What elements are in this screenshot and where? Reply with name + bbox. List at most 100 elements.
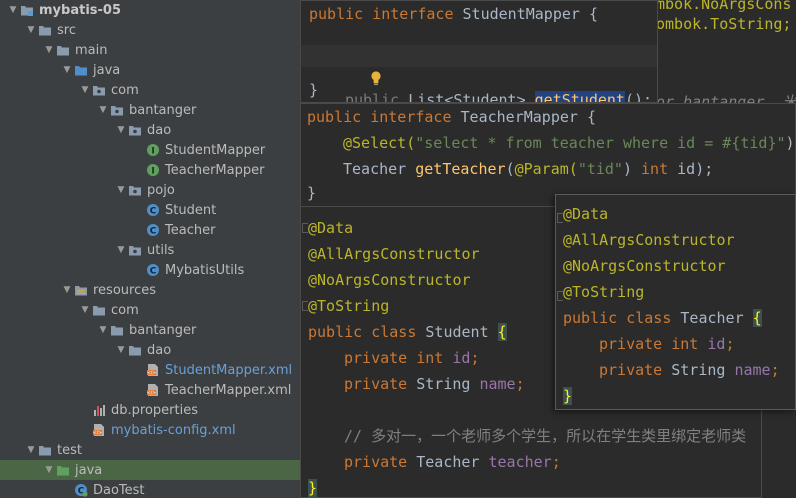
tree-item-dao[interactable]: ▼ dao [0, 120, 300, 140]
svg-text:</>: </> [147, 390, 156, 396]
tree-item-bantanger[interactable]: ▼ bantanger [0, 100, 300, 120]
chevron-down-icon[interactable]: ▼ [114, 180, 128, 200]
get-student-method[interactable]: getStudent [534, 91, 625, 102]
chevron-down-icon[interactable]: ▼ [114, 120, 128, 140]
folder-icon [128, 343, 142, 357]
tree-item-label: dao [147, 122, 172, 138]
svg-text:C: C [150, 207, 157, 217]
teacher-mapper-decl-line: public interface TeacherMapper { [307, 108, 596, 126]
student-annotation-tostring: @ToString [308, 297, 390, 315]
student-mapper-editor[interactable]: public interface StudentMapper { public … [300, 0, 658, 103]
tree-item-label: Student [165, 202, 217, 218]
teacher-class-decl-line: public class Teacher { [563, 309, 762, 327]
tree-item-mybatis-config-xml[interactable]: </> mybatis-config.xml [0, 420, 300, 440]
teacher-mapper-method-line: Teacher getTeacher(@Param("tid") int id)… [343, 160, 714, 178]
chevron-down-icon[interactable]: ▼ [78, 300, 92, 320]
tree-item-com[interactable]: ▼ com [0, 300, 300, 320]
tree-item-student[interactable]: C Student [0, 200, 300, 220]
teacher-annotation-allargs: @AllArgsConstructor [563, 231, 735, 249]
folder-icon [56, 43, 70, 57]
class-icon: C [146, 263, 160, 277]
tree-item-label: main [75, 42, 108, 58]
tree-item-label: bantanger [129, 322, 197, 338]
tree-item-teachermapper[interactable]: I TeacherMapper [0, 160, 300, 180]
tree-item-pojo[interactable]: ▼ pojo [0, 180, 300, 200]
tree-item-teacher[interactable]: C Teacher [0, 220, 300, 240]
student-field-teacher: private Teacher teacher; [344, 453, 561, 471]
lightbulb-icon[interactable] [315, 48, 381, 85]
folder-icon [92, 303, 106, 317]
chevron-down-icon[interactable]: ▼ [96, 320, 110, 340]
student-mapper-method-line: public List<Student> getStudent(); [301, 45, 657, 102]
tree-item-label: dao [147, 342, 172, 358]
background-fragment-2: ombok.ToString; [656, 15, 792, 33]
tree-item-label: DaoTest [93, 482, 145, 498]
student-annotation-noargs: @NoArgsConstructor [308, 271, 471, 289]
tree-item-src[interactable]: ▼ src [0, 20, 300, 40]
xml-file-icon: </> [146, 383, 160, 397]
tree-item-bantanger[interactable]: ▼ bantanger [0, 320, 300, 340]
chevron-down-icon[interactable]: ▼ [96, 100, 110, 120]
tree-item-label: com [111, 302, 139, 318]
tree-item-utils[interactable]: ▼ utils [0, 240, 300, 260]
tree-item-studentmapper-xml[interactable]: </> StudentMapper.xml [0, 360, 300, 380]
student-comment: // 多对一，一个老师多个学生，所以在学生类里绑定老师类 [344, 427, 747, 445]
tree-item-com[interactable]: ▼ com [0, 80, 300, 100]
student-field-name: private String name; [344, 375, 525, 393]
tree-item-label: Teacher [165, 222, 216, 238]
tree-item-label: TeacherMapper.xml [165, 382, 292, 398]
tree-item-java[interactable]: ▼ java [0, 460, 300, 480]
xml-file-icon: </> [92, 423, 106, 437]
xml-file-icon: </> [146, 363, 160, 377]
tree-item-label: pojo [147, 182, 175, 198]
teacher-mapper-editor[interactable]: public interface TeacherMapper { @Select… [300, 103, 796, 207]
chevron-down-icon[interactable]: ▼ [78, 80, 92, 100]
chevron-down-icon[interactable]: ▼ [42, 460, 56, 480]
tree-item-label: resources [93, 282, 157, 298]
teacher-annotation-data: @Data [563, 205, 609, 223]
tree-item-java[interactable]: ▼ java [0, 60, 300, 80]
interface-icon: I [146, 163, 160, 177]
tree-item-main[interactable]: ▼ main [0, 40, 300, 60]
chevron-down-icon[interactable]: ▼ [6, 0, 20, 20]
package-icon [110, 103, 124, 117]
svg-text:</>: </> [93, 430, 102, 436]
student-class-close: } [308, 479, 318, 497]
svg-text:I: I [151, 167, 154, 177]
student-annotation-data: @Data [308, 219, 354, 237]
chevron-down-icon[interactable]: ▼ [42, 40, 56, 60]
student-class-decl-line: public class Student { [308, 323, 507, 341]
tree-item-resources[interactable]: ▼ resources [0, 280, 300, 300]
teacher-class-editor[interactable]: @Data @AllArgsConstructor @NoArgsConstru… [555, 194, 796, 410]
chevron-down-icon[interactable]: ▼ [114, 340, 128, 360]
tree-item-label: bantanger [129, 102, 197, 118]
tree-item-mybatisutils[interactable]: C MybatisUtils [0, 260, 300, 280]
tree-item-studentmapper[interactable]: I StudentMapper [0, 140, 300, 160]
tree-item-mybatis-05[interactable]: ▼ mybatis-05 [0, 0, 300, 20]
module-folder-icon [20, 3, 34, 17]
chevron-down-icon[interactable]: ▼ [60, 60, 74, 80]
teacher-field-name: private String name; [599, 361, 780, 379]
tree-item-label: test [57, 442, 82, 458]
tree-item-label: java [75, 462, 103, 478]
tree-item-label: StudentMapper [165, 142, 266, 158]
svg-text:C: C [150, 227, 157, 237]
tree-item-dao[interactable]: ▼ dao [0, 340, 300, 360]
tree-item-test[interactable]: ▼ test [0, 440, 300, 460]
test-class-icon: C [74, 483, 88, 497]
tree-item-teachermapper-xml[interactable]: </> TeacherMapper.xml [0, 380, 300, 400]
test-source-folder-icon [56, 463, 70, 477]
tree-item-daotest[interactable]: C DaoTest [0, 480, 300, 498]
tree-item-label: MybatisUtils [165, 262, 245, 278]
tree-item-db-properties[interactable]: db.properties [0, 400, 300, 420]
chevron-down-icon[interactable]: ▼ [24, 20, 38, 40]
teacher-field-id: private int id; [599, 335, 735, 353]
teacher-mapper-close-line: } [307, 184, 317, 202]
chevron-down-icon[interactable]: ▼ [24, 440, 38, 460]
chevron-down-icon[interactable]: ▼ [114, 240, 128, 260]
tree-item-label: TeacherMapper [165, 162, 265, 178]
svg-text:I: I [151, 147, 154, 157]
project-tree: ▼ mybatis-05 ▼ src ▼ main ▼ java ▼ com ▼ bantanger ▼… [0, 0, 300, 498]
package-icon [128, 243, 142, 257]
chevron-down-icon[interactable]: ▼ [60, 280, 74, 300]
